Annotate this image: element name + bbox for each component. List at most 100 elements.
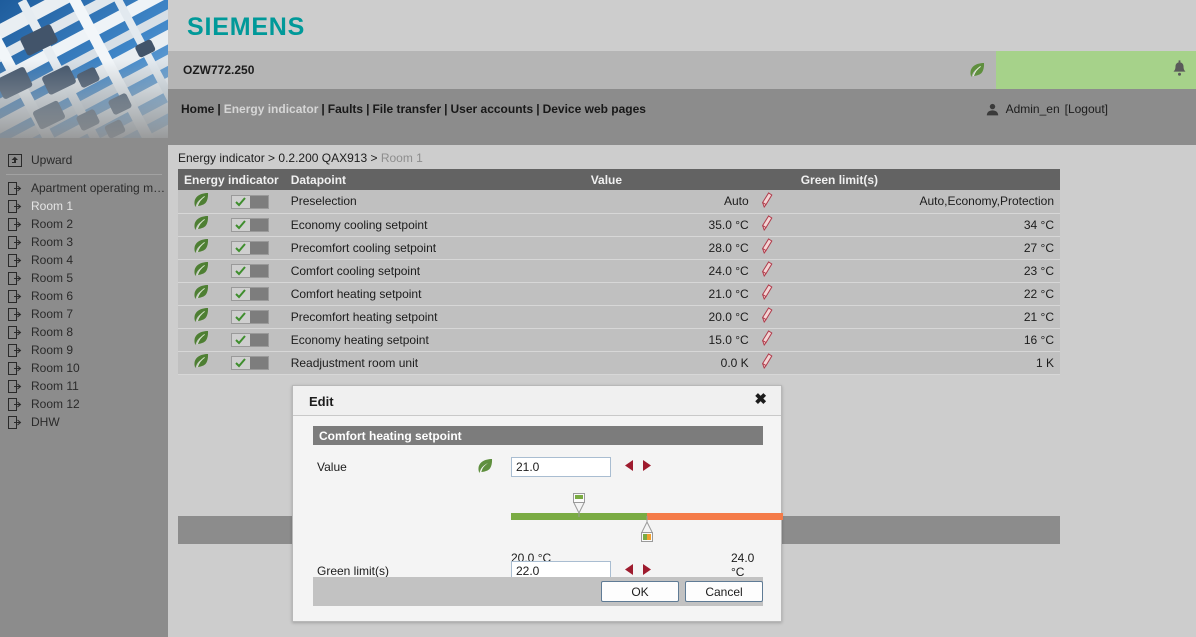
table-row[interactable]: Comfort heating setpoint 21.0 °C 22 °C: [178, 282, 1060, 306]
row-toggle-cell[interactable]: [224, 305, 285, 329]
value-slider[interactable]: [511, 493, 783, 545]
row-value: 24.0 °C: [584, 259, 755, 283]
energy-indicator-toggle[interactable]: [230, 263, 269, 278]
sidebar-item-room-8[interactable]: Room 8: [0, 323, 168, 341]
upward-icon: [8, 153, 22, 167]
leaf-icon: [192, 354, 210, 373]
row-toggle-cell[interactable]: [224, 259, 285, 283]
nav-link-faults[interactable]: Faults: [328, 102, 363, 116]
breadcrumb-node[interactable]: 0.2.200 QAX913: [278, 151, 367, 165]
toggle-off-half: [249, 241, 268, 254]
header-energy-indicator: Energy indicator: [178, 169, 285, 190]
row-edit-cell[interactable]: [754, 282, 795, 306]
user-session-box: Admin_en [Logout]: [986, 102, 1108, 116]
row-toggle-cell[interactable]: [224, 236, 285, 260]
energy-indicator-toggle[interactable]: [230, 194, 269, 209]
row-toggle-cell[interactable]: [224, 351, 285, 375]
ok-button[interactable]: OK: [601, 581, 679, 602]
sidebar-item-room-12[interactable]: Room 12: [0, 395, 168, 413]
limit-decrement-arrow-icon[interactable]: [625, 564, 634, 578]
close-icon[interactable]: ✖: [754, 392, 767, 408]
energy-indicator-toggle[interactable]: [230, 286, 269, 301]
sidebar-item-apartment-operating-mode[interactable]: Apartment operating mode: [0, 179, 168, 197]
table-row[interactable]: Readjustment room unit 0.0 K 1 K: [178, 351, 1060, 375]
sidebar-item-room-6[interactable]: Room 6: [0, 287, 168, 305]
value-label: Value: [317, 460, 347, 474]
nav-link-file-transfer[interactable]: File transfer: [372, 102, 441, 116]
pencil-icon[interactable]: [761, 284, 774, 303]
toggle-off-half: [249, 356, 268, 369]
green-limit-label: Green limit(s): [317, 564, 390, 578]
breadcrumb-root[interactable]: Energy indicator: [178, 151, 265, 165]
row-datapoint: Comfort cooling setpoint: [284, 259, 585, 283]
energy-indicator-toggle[interactable]: [230, 217, 269, 232]
sidebar-item-label: Room 3: [31, 235, 74, 249]
sidebar-item-upward[interactable]: Upward: [0, 149, 168, 171]
row-toggle-cell[interactable]: [224, 190, 285, 214]
energy-indicator-toggle[interactable]: [230, 355, 269, 370]
sidebar-item-dhw[interactable]: DHW: [0, 413, 168, 431]
row-edit-cell[interactable]: [754, 351, 795, 375]
value-leaf-icon: [476, 457, 494, 478]
row-edit-cell[interactable]: [754, 236, 795, 260]
pencil-icon[interactable]: [761, 215, 774, 234]
table-row[interactable]: Comfort cooling setpoint 24.0 °C 23 °C: [178, 259, 1060, 283]
sidebar-item-room-9[interactable]: Room 9: [0, 341, 168, 359]
main-nav-links: Home | Energy indicator | Faults | File transf…: [181, 102, 646, 116]
row-value: 15.0 °C: [584, 328, 755, 352]
sidebar-item-room-5[interactable]: Room 5: [0, 269, 168, 287]
energy-indicator-toggle[interactable]: [230, 240, 269, 255]
table-row[interactable]: Economy cooling setpoint 35.0 °C 34 °C: [178, 213, 1060, 237]
page-arrow-icon: [8, 271, 22, 285]
energy-indicator-toggle[interactable]: [230, 332, 269, 347]
row-toggle-cell[interactable]: [224, 282, 285, 306]
pencil-icon[interactable]: [761, 261, 774, 280]
sidebar-item-room-7[interactable]: Room 7: [0, 305, 168, 323]
alarm-status-bar[interactable]: [996, 51, 1196, 89]
row-leaf-cell: [178, 305, 225, 329]
toggle-checked-icon: [231, 356, 250, 369]
logout-link[interactable]: [Logout]: [1065, 102, 1108, 116]
header-datapoint: Datapoint: [284, 169, 585, 190]
row-toggle-cell[interactable]: [224, 213, 285, 237]
sidebar-item-room-10[interactable]: Room 10: [0, 359, 168, 377]
nav-link-energy-indicator[interactable]: Energy indicator: [224, 102, 319, 116]
slider-value-handle[interactable]: [570, 493, 588, 517]
row-toggle-cell[interactable]: [224, 328, 285, 352]
sidebar-item-room-4[interactable]: Room 4: [0, 251, 168, 269]
row-leaf-cell: [178, 328, 225, 352]
sidebar-item-room-3[interactable]: Room 3: [0, 233, 168, 251]
toggle-checked-icon: [231, 195, 250, 208]
cancel-button[interactable]: Cancel: [685, 581, 763, 602]
value-increment-arrow-icon[interactable]: [642, 460, 651, 474]
sidebar-item-room-1[interactable]: Room 1: [0, 197, 168, 215]
pencil-icon[interactable]: [761, 307, 774, 326]
sidebar-item-room-2[interactable]: Room 2: [0, 215, 168, 233]
dialog-footer: OK Cancel: [313, 577, 763, 606]
pencil-icon[interactable]: [761, 353, 774, 372]
energy-indicator-toggle[interactable]: [230, 309, 269, 324]
slider-green-limit-handle[interactable]: [638, 516, 656, 542]
pencil-icon[interactable]: [761, 238, 774, 257]
nav-link-device-web-pages[interactable]: Device web pages: [543, 102, 646, 116]
table-row[interactable]: Precomfort heating setpoint 20.0 °C 21 °C: [178, 305, 1060, 329]
pencil-icon[interactable]: [761, 192, 774, 211]
nav-link-user-accounts[interactable]: User accounts: [451, 102, 534, 116]
row-leaf-cell: [178, 282, 225, 306]
nav-link-home[interactable]: Home: [181, 102, 214, 116]
row-edit-cell[interactable]: [754, 328, 795, 352]
toggle-checked-icon: [231, 310, 250, 323]
limit-increment-arrow-icon[interactable]: [642, 564, 651, 578]
sidebar-item-room-11[interactable]: Room 11: [0, 377, 168, 395]
table-row[interactable]: Preselection Auto Auto,Economy,Protection: [178, 190, 1060, 214]
row-edit-cell[interactable]: [754, 213, 795, 237]
value-decrement-arrow-icon[interactable]: [625, 460, 634, 474]
row-edit-cell[interactable]: [754, 259, 795, 283]
row-edit-cell[interactable]: [754, 305, 795, 329]
pencil-icon[interactable]: [761, 330, 774, 349]
table-row[interactable]: Economy heating setpoint 15.0 °C 16 °C: [178, 328, 1060, 352]
table-row[interactable]: Precomfort cooling setpoint 28.0 °C 27 °C: [178, 236, 1060, 260]
row-edit-cell[interactable]: [754, 190, 795, 214]
value-input[interactable]: [511, 457, 611, 477]
nav-bar: Home | Energy indicator | Faults | File transf…: [168, 89, 1196, 145]
